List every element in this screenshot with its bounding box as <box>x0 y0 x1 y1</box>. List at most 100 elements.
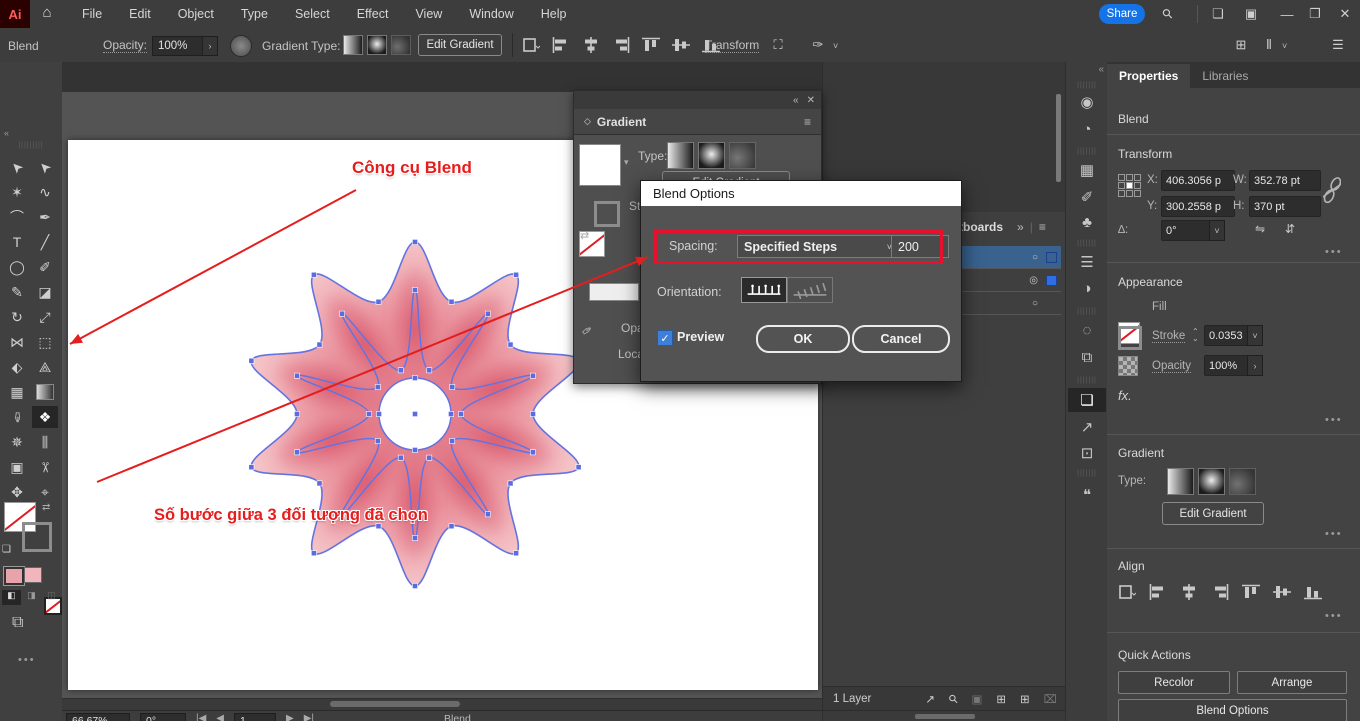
new-sublayer-icon[interactable]: ⊞ <box>996 692 1006 706</box>
target-circle-icon[interactable]: ○ <box>1032 252 1038 263</box>
stroke-proxy[interactable] <box>594 201 620 227</box>
shaper-tool[interactable]: ✎ <box>4 281 30 303</box>
align-left-icon[interactable] <box>552 37 570 53</box>
radial-gradient-swatch[interactable] <box>1198 468 1225 495</box>
ok-button[interactable]: OK <box>756 325 850 353</box>
gradient-panel-icon[interactable]: ◑ <box>1068 276 1106 300</box>
brushes-icon[interactable]: ✐ <box>1068 185 1106 209</box>
grid-options-icon[interactable]: ⊞ <box>1228 31 1254 59</box>
expand-panels-icon[interactable]: « <box>1098 64 1104 75</box>
w-input[interactable]: 352.78 pt <box>1249 170 1321 191</box>
target-circle-icon[interactable]: ◎ <box>1029 275 1038 286</box>
edit-gradient-button[interactable]: Edit Gradient <box>1162 502 1264 525</box>
linear-gradient-swatch[interactable] <box>667 142 694 169</box>
color-guide-icon[interactable]: ◔ <box>1068 117 1106 141</box>
cancel-button[interactable]: Cancel <box>852 325 950 353</box>
mesh-tool[interactable]: ▦ <box>4 381 30 403</box>
slice-tool[interactable]: ✂ <box>32 456 58 478</box>
collapse-panel-icon[interactable]: « <box>4 128 9 138</box>
blend-tool[interactable]: ❖ <box>32 406 58 428</box>
more-options-icon[interactable]: ••• <box>1325 414 1343 426</box>
h-input[interactable]: 370 pt <box>1249 196 1321 217</box>
draw-behind-mode-icon[interactable]: ◨ <box>22 590 41 605</box>
type-tool[interactable]: T <box>4 231 30 253</box>
selection-square[interactable] <box>1046 275 1057 286</box>
align-vertical-center-icon[interactable] <box>672 37 690 53</box>
prev-artboard-icon[interactable]: ◀ <box>216 713 224 721</box>
gradient-swatch-well[interactable] <box>579 144 621 186</box>
gradient-linear-swatch[interactable] <box>343 35 363 55</box>
recolor-button[interactable]: Recolor <box>1118 671 1230 694</box>
stroke-label[interactable]: Stroke <box>1152 330 1185 343</box>
new-layer-icon[interactable]: ⊞ <box>1020 692 1030 706</box>
home-icon[interactable]: ⌂ <box>34 4 60 24</box>
opacity-swatch[interactable] <box>1118 356 1138 376</box>
target-circle-icon[interactable]: ○ <box>1032 298 1038 309</box>
opacity-more-caret[interactable]: › <box>1247 355 1263 376</box>
free-transform-tool[interactable]: ⬚ <box>32 331 58 353</box>
opacity-label[interactable]: Opacity: <box>103 38 147 53</box>
zoom-tool[interactable]: ⌖ <box>32 481 58 503</box>
opacity-label[interactable]: Opacity <box>1152 360 1191 373</box>
gradient-slider-strip[interactable] <box>589 283 639 301</box>
vertical-scrollbar-thumb[interactable] <box>1056 94 1061 182</box>
dock-grip[interactable]: ||||||| <box>1068 470 1106 477</box>
opacity-dropdown-caret[interactable]: › <box>202 36 218 56</box>
first-artboard-icon[interactable]: |◀ <box>196 713 206 721</box>
align-to-selection-icon[interactable] <box>522 37 540 53</box>
panel-list-icon[interactable]: ☰ <box>1325 31 1351 59</box>
align-vertical-center-icon[interactable] <box>1273 584 1291 600</box>
more-options-icon[interactable]: ••• <box>1325 610 1343 622</box>
artboards-tab-label[interactable]: tboards <box>959 220 1003 234</box>
search-icon[interactable]: ⚲ <box>1155 0 1181 28</box>
menu-item-effect[interactable]: Effect <box>357 7 389 21</box>
double-chevron-icon[interactable]: » <box>1017 220 1024 234</box>
constrain-proportions-icon[interactable] <box>1323 170 1341 212</box>
y-input[interactable]: 300.2558 p <box>1161 196 1235 217</box>
collapse-icon[interactable]: « <box>793 95 799 106</box>
gradient-tool[interactable] <box>32 381 58 403</box>
curvature-tool[interactable]: ⌒ <box>4 206 30 228</box>
free-transform-icon[interactable]: ⛶ <box>765 31 791 59</box>
blend-options-button[interactable]: Blend Options <box>1118 699 1347 721</box>
layers-icon[interactable]: ❏ <box>1068 388 1106 412</box>
symbols-icon[interactable]: ♣ <box>1068 210 1106 234</box>
rotate-tool[interactable]: ↻ <box>4 306 30 328</box>
locate-object-icon[interactable]: ⚲ <box>945 691 961 707</box>
orientation-align-path-button[interactable] <box>787 277 833 303</box>
selection-square[interactable] <box>1046 252 1057 263</box>
symbol-sprayer-tool[interactable]: ✵ <box>4 431 30 453</box>
stroke-stepper[interactable]: ⌃⌄ <box>1192 328 1199 342</box>
x-input[interactable]: 406.3056 p <box>1161 170 1235 191</box>
artboards-icon[interactable]: ⊡ <box>1068 441 1106 465</box>
dialog-title-bar[interactable]: Blend Options <box>641 181 961 206</box>
align-right-icon[interactable] <box>1211 584 1229 600</box>
align-top-icon[interactable] <box>642 37 660 53</box>
align-left-icon[interactable] <box>1149 584 1167 600</box>
share-button[interactable]: Share <box>1099 4 1145 24</box>
close-panel-icon[interactable]: ✕ <box>807 95 815 106</box>
transparency-icon[interactable]: ◌ <box>1068 318 1106 342</box>
menu-item-edit[interactable]: Edit <box>129 7 151 21</box>
align-top-icon[interactable] <box>1242 584 1260 600</box>
stroke-caret[interactable]: ˅ <box>1247 325 1263 346</box>
width-tool[interactable]: ⋈ <box>4 331 30 353</box>
horizontal-scrollbar-thumb[interactable] <box>330 701 460 707</box>
minimize-button[interactable]: — <box>1274 0 1300 28</box>
dock-grip[interactable]: ||||||| <box>1068 308 1106 315</box>
panel-grip[interactable]: ||||||||| <box>10 142 52 149</box>
close-button[interactable]: ✕ <box>1332 0 1358 28</box>
reverse-gradient-icon[interactable]: ⇄ <box>580 229 589 242</box>
collect-for-export-icon[interactable]: ↗ <box>925 692 935 706</box>
panel-hscrollbar-thumb[interactable] <box>915 714 975 719</box>
flip-vertical-icon[interactable]: ⇵ <box>1285 222 1295 236</box>
align-bottom-icon[interactable] <box>1304 584 1322 600</box>
gradient-freeform-swatch[interactable] <box>391 35 411 55</box>
more-options-icon[interactable]: ••• <box>1325 528 1343 540</box>
swap-fill-stroke-icon[interactable]: ⇄ <box>42 502 50 513</box>
draw-inside-mode-icon[interactable]: ◫ <box>42 590 61 605</box>
menu-item-type[interactable]: Type <box>241 7 268 21</box>
arrange-options-icon[interactable]: ⫴ <box>1256 31 1282 59</box>
transform-link[interactable]: Transform <box>705 38 759 53</box>
dock-grip[interactable]: ||||||| <box>1068 377 1106 384</box>
